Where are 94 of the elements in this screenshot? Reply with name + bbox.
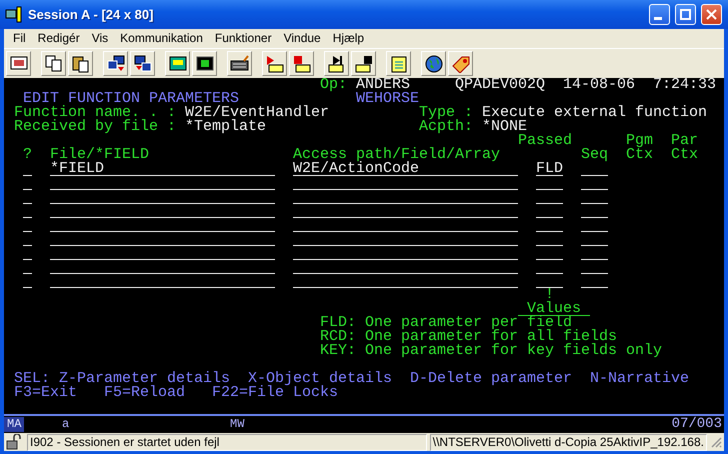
values-marker: ! <box>545 288 554 302</box>
operator-label: Op: <box>320 78 347 92</box>
lock-icon <box>6 434 24 450</box>
message-waiting-indicator: MW <box>230 417 244 432</box>
minimize-icon <box>654 16 662 20</box>
status-message: I902 - Sessionen er startet uden fejl <box>27 434 427 450</box>
menu-item[interactable]: Redigér <box>32 30 86 47</box>
input-field[interactable]: W2E/ActionCode <box>293 162 518 176</box>
paste-icon <box>70 54 90 72</box>
selection-option: N-Narrative <box>590 372 689 386</box>
selection-option: X-Object details <box>248 372 392 386</box>
play-icon <box>326 54 346 72</box>
stop-record-icon <box>292 54 312 72</box>
input-field[interactable]: FLD <box>536 162 563 176</box>
field-value: *NONE <box>482 120 527 134</box>
printer-status: \\NTSERVER0\Olivetti d-Copia 25AktivIP_192.168. <box>430 434 707 450</box>
function-key: F3=Exit <box>14 386 77 400</box>
column-header: File/*FIELD <box>50 148 149 162</box>
paste-button[interactable] <box>68 51 93 76</box>
record-button[interactable] <box>262 51 287 76</box>
menu-item[interactable]: Vis <box>86 30 114 47</box>
column-header: Par <box>671 134 698 148</box>
stop-record-button[interactable] <box>289 51 314 76</box>
clipboard-icon <box>388 54 408 72</box>
globe-icon <box>424 54 444 72</box>
windows-down-button[interactable] <box>130 51 155 76</box>
clipboard-button[interactable] <box>386 51 411 76</box>
field-value: Execute external function <box>482 106 707 120</box>
field-value: *Template <box>185 120 266 134</box>
field-label: Type : <box>419 106 473 120</box>
menu-item[interactable]: Vindue <box>278 30 327 47</box>
stop-button[interactable] <box>351 51 376 76</box>
value-code: RCD: <box>320 330 356 344</box>
keyboard-button[interactable] <box>227 51 252 76</box>
field-value: W2E/EventHandler <box>185 106 329 120</box>
column-header: ? <box>23 148 32 162</box>
field-label: Function name. . : <box>14 106 176 120</box>
field-label: Received by file : <box>14 120 176 134</box>
menu-item[interactable]: Kommunikation <box>114 30 209 47</box>
tag-button[interactable] <box>448 51 473 76</box>
monitor-icon <box>8 54 28 72</box>
column-header: Pgm <box>626 134 653 148</box>
value-description: One parameter for all fields <box>365 330 617 344</box>
operator-name: ANDERS <box>356 78 410 92</box>
column-header: Ctx <box>626 148 653 162</box>
screen-icon <box>194 54 214 72</box>
date-text: 14-08-06 <box>563 78 635 92</box>
windows-down-icon <box>132 54 152 72</box>
window-title: Session A - [24 x 80] <box>28 6 154 24</box>
screen-title: EDIT FUNCTION PARAMETERS <box>23 92 239 106</box>
tag-icon <box>450 54 470 72</box>
environment-name: WEHORSE <box>356 92 419 106</box>
close-icon <box>706 9 717 20</box>
function-key: F5=Reload <box>104 386 185 400</box>
mode-indicator: MA <box>4 417 24 432</box>
column-header: Seq <box>581 148 608 162</box>
globe-button[interactable] <box>421 51 446 76</box>
screen-button[interactable] <box>192 51 217 76</box>
play-button[interactable] <box>324 51 349 76</box>
menu-item[interactable]: Fil <box>7 30 32 47</box>
input-field[interactable]: *FIELD <box>50 162 275 176</box>
shift-indicator: a <box>62 417 70 432</box>
record-icon <box>264 54 284 72</box>
selection-option: SEL: Z-Parameter details <box>14 372 230 386</box>
menu-item[interactable]: Funktioner <box>208 30 278 47</box>
column-header: Access path/Field/Array <box>293 148 500 162</box>
values-heading: Values <box>518 302 590 316</box>
function-key: F22=File Locks <box>212 386 338 400</box>
maximize-button[interactable] <box>675 4 696 25</box>
minimize-button[interactable] <box>649 4 670 25</box>
stop-icon <box>354 54 374 72</box>
column-header: Ctx <box>671 148 698 162</box>
value-code: KEY: <box>320 344 356 358</box>
field-label: Acpth: <box>419 120 473 134</box>
display-button[interactable] <box>165 51 190 76</box>
menu-item[interactable]: Hjælp <box>326 30 370 47</box>
column-header: Passed <box>518 134 572 148</box>
windows-up-icon <box>106 54 126 72</box>
cursor-position: 07/003 <box>672 417 722 432</box>
resize-grip-icon[interactable] <box>710 436 722 448</box>
copy-icon <box>44 54 64 72</box>
windows-up-button[interactable] <box>103 51 128 76</box>
display-icon <box>168 54 188 72</box>
time-text: 7:24:33 <box>653 78 716 92</box>
maximize-icon <box>680 9 691 20</box>
value-code: FLD: <box>320 316 356 330</box>
keyboard-icon <box>230 54 250 72</box>
device-name: QPADEV002Q <box>455 78 545 92</box>
selection-option: D-Delete parameter <box>410 372 572 386</box>
value-description: One parameter for key fields only <box>365 344 662 358</box>
monitor-button[interactable] <box>6 51 31 76</box>
terminal-app-icon <box>5 6 23 24</box>
close-button[interactable] <box>701 4 722 25</box>
copy-button[interactable] <box>41 51 66 76</box>
